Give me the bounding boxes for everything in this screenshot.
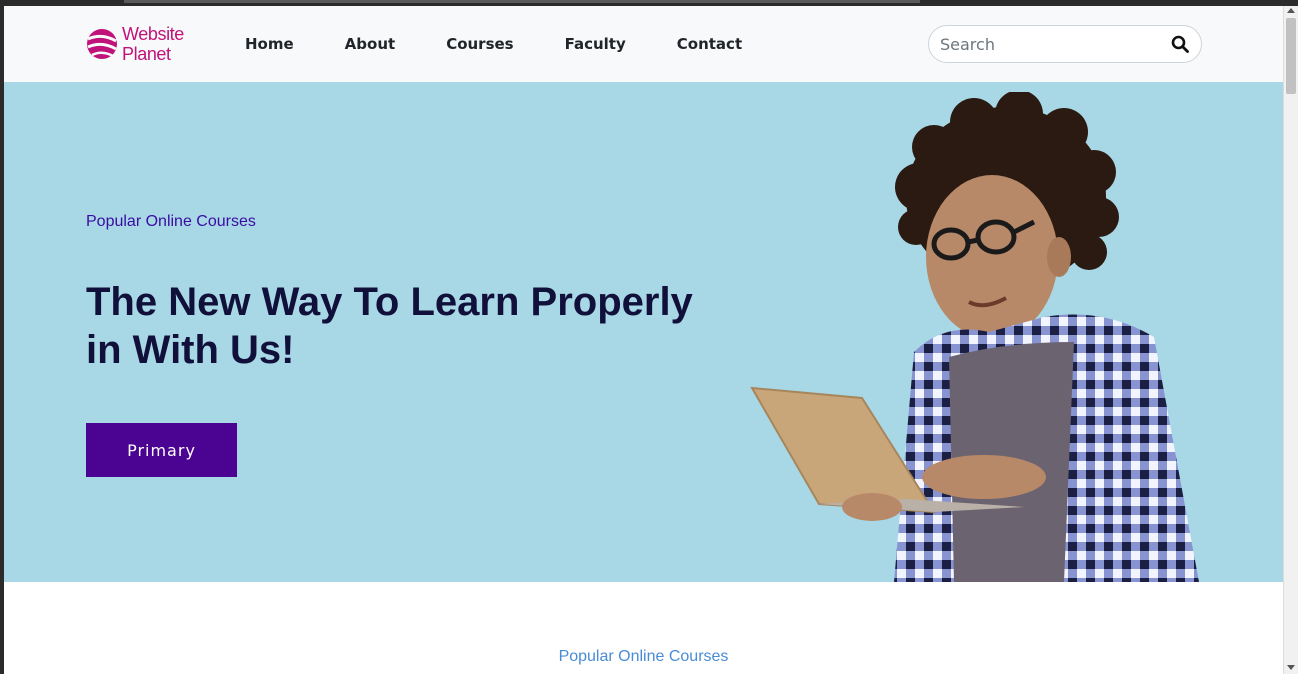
brand-name-line2: Planet <box>122 44 171 64</box>
hero-eyebrow: Popular Online Courses <box>86 213 256 230</box>
scroll-up-icon[interactable] <box>1287 8 1295 13</box>
search-input[interactable] <box>940 33 1160 55</box>
nav-home[interactable]: Home <box>245 34 294 54</box>
nav-faculty[interactable]: Faculty <box>565 34 626 54</box>
hero-headline-line1: The New Way To Learn Properly <box>86 280 693 324</box>
page-scrollbar[interactable] <box>1283 6 1298 674</box>
hero-headline-line2: in With Us! <box>86 328 295 372</box>
brand-logo[interactable]: Website Planet <box>86 24 184 64</box>
main-nav: Home About Courses Faculty Contact <box>245 34 793 54</box>
nav-contact[interactable]: Contact <box>677 34 742 54</box>
primary-button[interactable]: Primary <box>86 423 237 477</box>
courses-section-eyebrow: Popular Online Courses <box>558 648 729 665</box>
page: Website Planet Home About Courses Facult… <box>4 6 1283 674</box>
tab-indicator <box>124 0 920 3</box>
nav-about[interactable]: About <box>345 34 396 54</box>
search-icon[interactable] <box>1171 35 1189 53</box>
scrollbar-thumb[interactable] <box>1286 18 1296 94</box>
hero-section: Popular Online Courses The New Way To Le… <box>4 82 1283 582</box>
website-planet-logo-icon <box>87 29 117 59</box>
search-box <box>928 25 1202 63</box>
brand-name: Website Planet <box>122 24 184 64</box>
brand-name-line1: Website <box>122 24 184 44</box>
hero-headline: The New Way To Learn Properly in With Us… <box>86 278 726 374</box>
nav-courses[interactable]: Courses <box>446 34 513 54</box>
navbar: Website Planet Home About Courses Facult… <box>4 6 1283 82</box>
scroll-down-icon[interactable] <box>1287 665 1295 670</box>
student-with-laptop-image <box>750 92 1199 582</box>
